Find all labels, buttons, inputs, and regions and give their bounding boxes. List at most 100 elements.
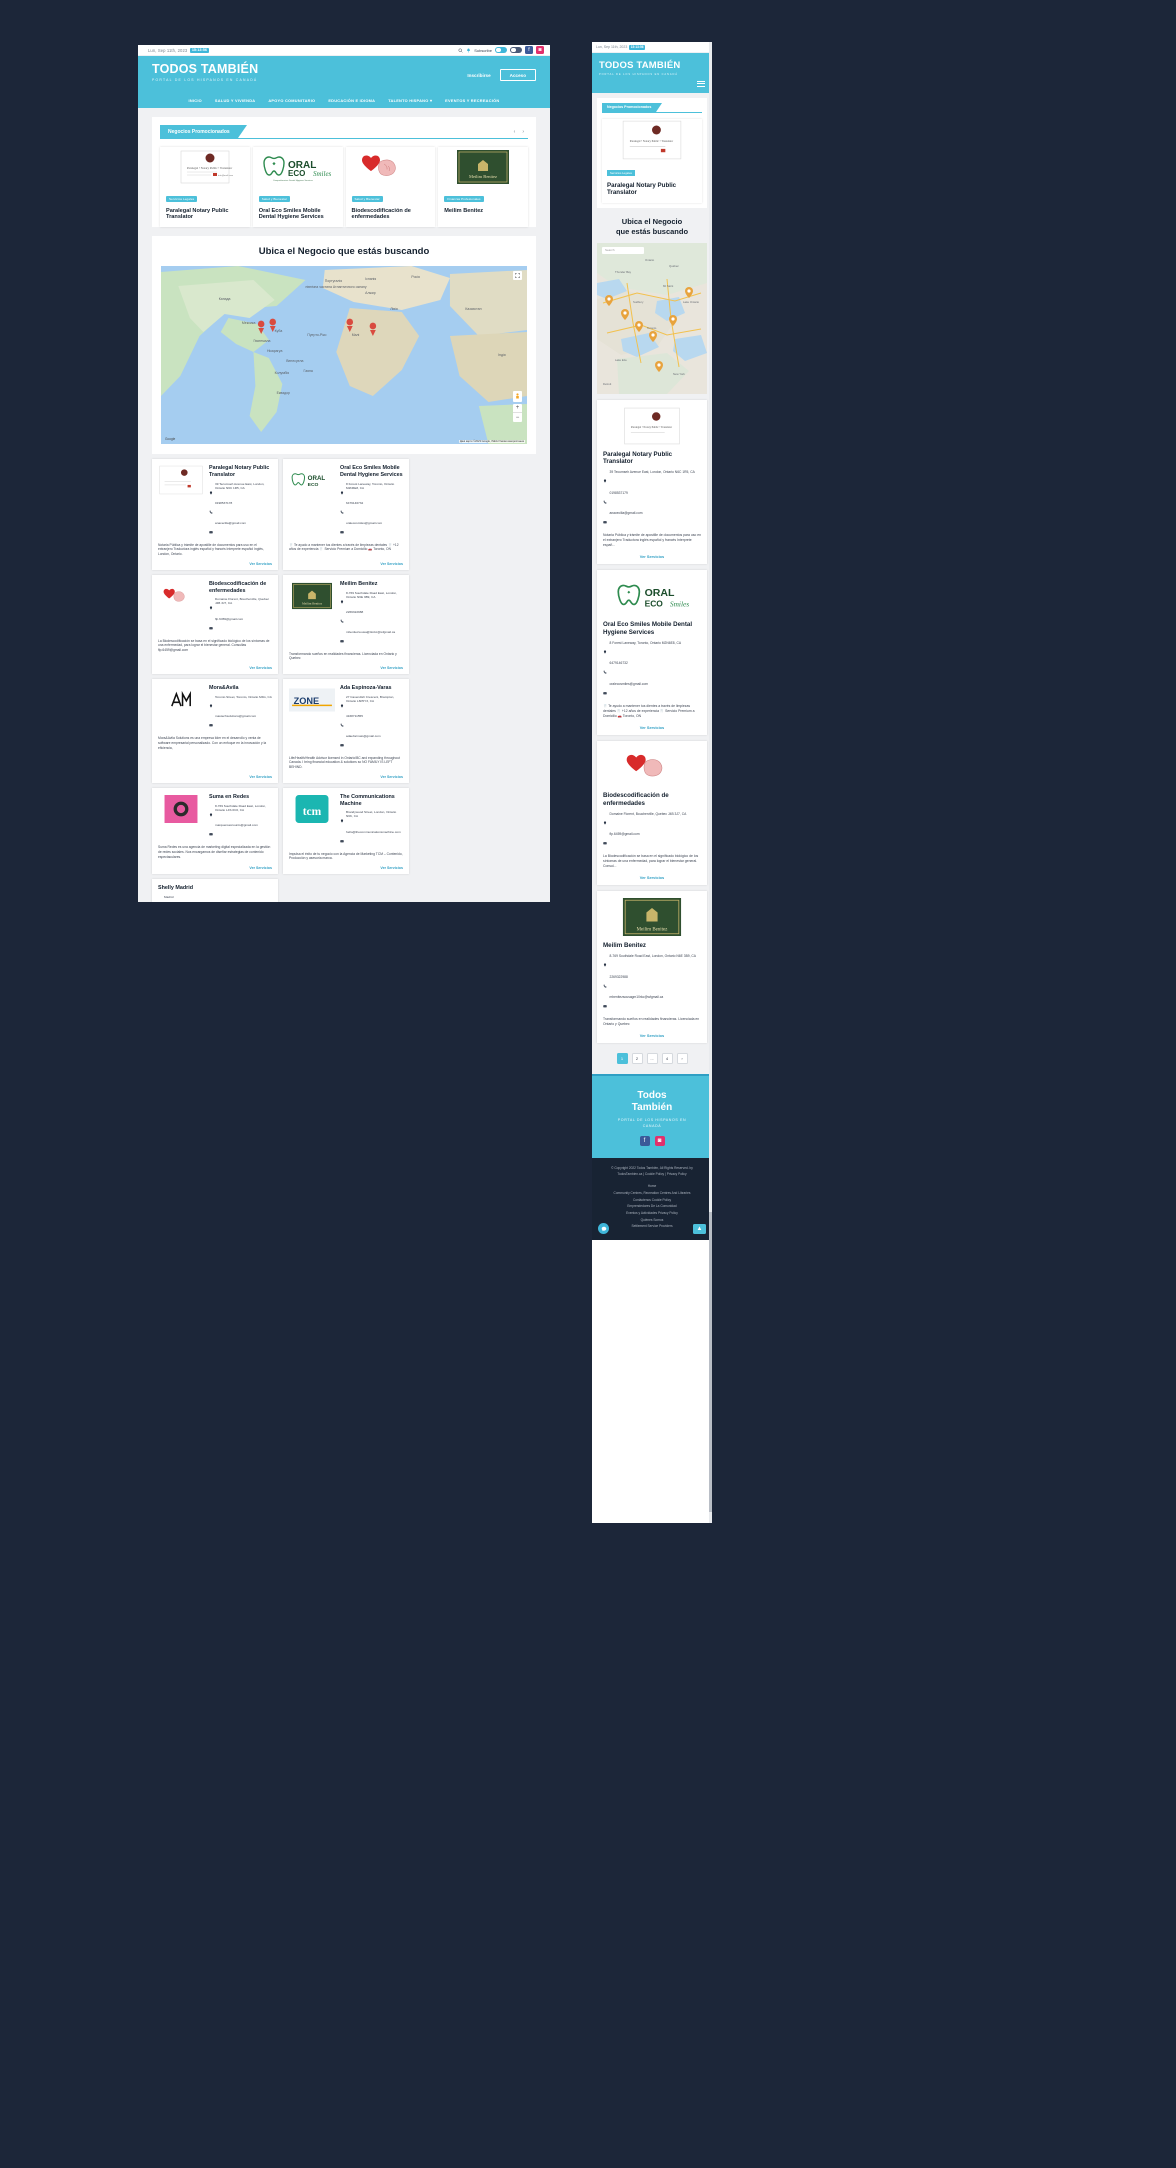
listing-card[interactable]: Paralegal Notary Public Translator 39 Te…: [152, 459, 278, 570]
listing-services-link[interactable]: Ver Servicios: [603, 554, 701, 559]
nav-item-salud-y-vivienda[interactable]: SALUD Y VIVIENDA: [215, 98, 255, 103]
footer-link-community-centres[interactable]: Community Centres, Recreation Centres An…: [601, 1190, 703, 1197]
site-logo[interactable]: TODOS TAMBIÉN PORTAL DE LOS HISPANOS EN …: [152, 62, 258, 81]
business-map[interactable]: Канада Мексика Куба Пуерто-Ріко Гватемала Н…: [161, 266, 527, 445]
svg-text:ORAL: ORAL: [308, 475, 326, 482]
page-1-button[interactable]: 1: [616, 1053, 628, 1065]
fullscreen-icon[interactable]: [513, 271, 522, 281]
svg-text:Smiles: Smiles: [670, 600, 689, 609]
instagram-icon[interactable]: ◙: [654, 1136, 665, 1147]
email-icon: [603, 832, 607, 850]
location-pin-icon: [603, 641, 607, 659]
page-4-button[interactable]: 4: [661, 1053, 673, 1065]
listing-phone: 0198537179: [609, 490, 628, 495]
listing-email: hello@thecommunicationsmachine.com: [346, 829, 401, 834]
listing-services-link[interactable]: Ver Servicios: [289, 661, 403, 670]
bell-icon[interactable]: [466, 47, 471, 53]
listing-services-link[interactable]: Ver Servicios: [158, 770, 272, 779]
listing-title: Ada Espinoza-Varas: [340, 685, 392, 692]
mobile-scrollbar-thumb[interactable]: [709, 1212, 712, 1512]
listing-services-link[interactable]: Ver Servicios: [158, 557, 272, 566]
promoted-card-title: Paralegal Notary Public Translator: [166, 207, 229, 221]
footer-link-quienes-somos[interactable]: Quiénes Somos: [601, 1217, 703, 1224]
svg-text:Нікарагуа: Нікарагуа: [267, 349, 283, 353]
google-logo: Google: [165, 437, 176, 442]
zoom-in-button[interactable]: +: [513, 404, 522, 414]
footer-link-settlement[interactable]: Settlement Service Providers: [601, 1223, 703, 1230]
listing-card[interactable]: Meilim Benitez Meilim Benitez 8-769 Sout…: [597, 891, 707, 1044]
business-map[interactable]: Ontario Thunder Bay Québec Mt Saint Sudbur…: [597, 242, 707, 394]
listing-thumbnail: tcm: [289, 794, 335, 824]
footer-link-home[interactable]: Home: [601, 1183, 703, 1190]
listing-services-link[interactable]: Ver Servicios: [603, 875, 701, 880]
footer-link-contact-cookie[interactable]: Contáctenos Cookie Policy: [601, 1197, 703, 1204]
promoted-tab[interactable]: Negocios Promocionados: [602, 102, 663, 112]
chevron-right-icon[interactable]: ›: [522, 129, 524, 135]
phone-icon: [340, 714, 344, 732]
listing-card[interactable]: Suma en Redes 8-769 Southdale Road East,…: [152, 787, 278, 875]
chevron-right-icon[interactable]: ›: [676, 1053, 688, 1065]
listing-card[interactable]: Biodescodificación de enfermedades Domai…: [597, 741, 707, 886]
promoted-card[interactable]: ORAL ECO Smiles Comprehensive Dental Hygien…: [252, 147, 343, 228]
nav-item-talento-hispano[interactable]: TALENTO HISPANO ▾: [388, 98, 432, 103]
desktop-site-header: TODOS TAMBIÉN PORTAL DE LOS HISPANOS EN …: [138, 56, 550, 96]
nav-item-educacion-e-idioma[interactable]: EDUCACIÓN E IDIOMA: [328, 98, 375, 103]
instagram-icon[interactable]: ◙: [536, 46, 544, 54]
back-to-top-button[interactable]: ▲: [693, 1224, 706, 1235]
email-icon: [340, 630, 344, 648]
listing-services-link[interactable]: Ver Servicios: [158, 861, 272, 870]
listing-card[interactable]: Mora&Avila Toronto Street, Toronto, Onta…: [152, 679, 278, 783]
listing-card[interactable]: ORAL ECO Oral Eco Smiles Mobile Dental Hy…: [283, 459, 409, 570]
promoted-card[interactable]: Paralegal • Notary Public • Translator in…: [160, 147, 250, 228]
signup-button[interactable]: Inscribirse: [467, 73, 490, 78]
promoted-tab[interactable]: Negocios Promocionados: [160, 125, 247, 138]
listing-services-link[interactable]: Ver Servicios: [603, 725, 701, 730]
light-theme-toggle[interactable]: [495, 47, 507, 53]
listing-card[interactable]: ORAL ECO Smiles Oral Eco Smiles Mobile Den…: [597, 570, 707, 736]
svg-text:Lake Erie: Lake Erie: [615, 358, 627, 362]
dark-theme-toggle[interactable]: [510, 47, 522, 53]
svg-text:tcm: tcm: [303, 806, 322, 818]
listing-card[interactable]: Shelly Madrid Madrid sesummit@shellymadr…: [152, 879, 278, 902]
nav-item-apoyo-comunitario[interactable]: APOYO COMUNITARIO: [268, 98, 315, 103]
listing-services-link[interactable]: Ver Servicios: [603, 1033, 701, 1038]
promoted-card[interactable]: Paralegal • Notary Public • Translator S…: [602, 119, 702, 204]
listing-card[interactable]: Biodescodificación de enfermedades Domai…: [152, 574, 278, 675]
listing-card[interactable]: Paralegal • Notary Public • Translator P…: [597, 399, 707, 565]
listing-description: 🦷 Te ayudo a mantener tus dientes a trav…: [289, 542, 399, 552]
facebook-icon[interactable]: f: [525, 46, 533, 54]
nav-item-eventos-y-recreacion[interactable]: EVENTOS Y RECREACIÓN: [445, 98, 499, 103]
svg-text:ECO: ECO: [308, 483, 319, 489]
nav-item-inicio[interactable]: INICIO: [189, 98, 202, 103]
footer-link-eventos-privacy[interactable]: Eventos y Actividades Privacy Policy: [601, 1210, 703, 1217]
login-button[interactable]: Acceso: [499, 69, 536, 81]
listing-services-link[interactable]: Ver Servicios: [289, 770, 403, 779]
promoted-card[interactable]: Salud y Bienestar Biodescodificación de …: [345, 147, 436, 228]
page-2-button[interactable]: 2: [631, 1053, 643, 1065]
footer-social-links: f ◙: [600, 1136, 704, 1147]
subscribe-link[interactable]: Subscribe: [474, 48, 492, 53]
listing-title: Shelly Madrid: [158, 885, 194, 892]
hamburger-icon[interactable]: [599, 80, 705, 87]
zoom-out-button[interactable]: −: [513, 413, 522, 422]
listing-services-link[interactable]: Ver Servicios: [289, 557, 403, 566]
listing-services-link[interactable]: Ver Servicios: [158, 661, 272, 670]
promoted-card-badge: Salud y Bienestar: [351, 196, 383, 202]
listing-card[interactable]: tcm The Communications Machine Brandywoo…: [283, 787, 409, 875]
search-icon[interactable]: [458, 48, 463, 53]
promoted-card[interactable]: Meilim Benitez Finanzas Profesionales Me…: [438, 147, 528, 228]
footer-link-emprendedores[interactable]: Emprendedores De La Comunidad: [601, 1203, 703, 1210]
pegman-icon[interactable]: [513, 391, 522, 403]
map-search-input[interactable]: Search: [602, 246, 644, 254]
location-pin-icon: [158, 895, 162, 902]
listing-services-link[interactable]: Ver Servicios: [289, 861, 403, 870]
listing-title: The Communications Machine: [340, 793, 395, 807]
mobile-scrollbar-track[interactable]: [709, 42, 712, 1523]
facebook-icon[interactable]: f: [639, 1136, 650, 1147]
chat-icon[interactable]: [598, 1223, 609, 1235]
chevron-left-icon[interactable]: ‹: [514, 129, 516, 135]
listing-email: adaeformato@gmail.com: [346, 733, 381, 738]
listing-card[interactable]: ZONE Ada Espinoza-Varas 27 Cavendish Cre…: [283, 679, 409, 783]
listing-email: flp.6459@gmail.com: [609, 832, 640, 837]
listing-card[interactable]: Meilim Benitez Meilim Benitez 8-769 Sout…: [283, 574, 409, 675]
